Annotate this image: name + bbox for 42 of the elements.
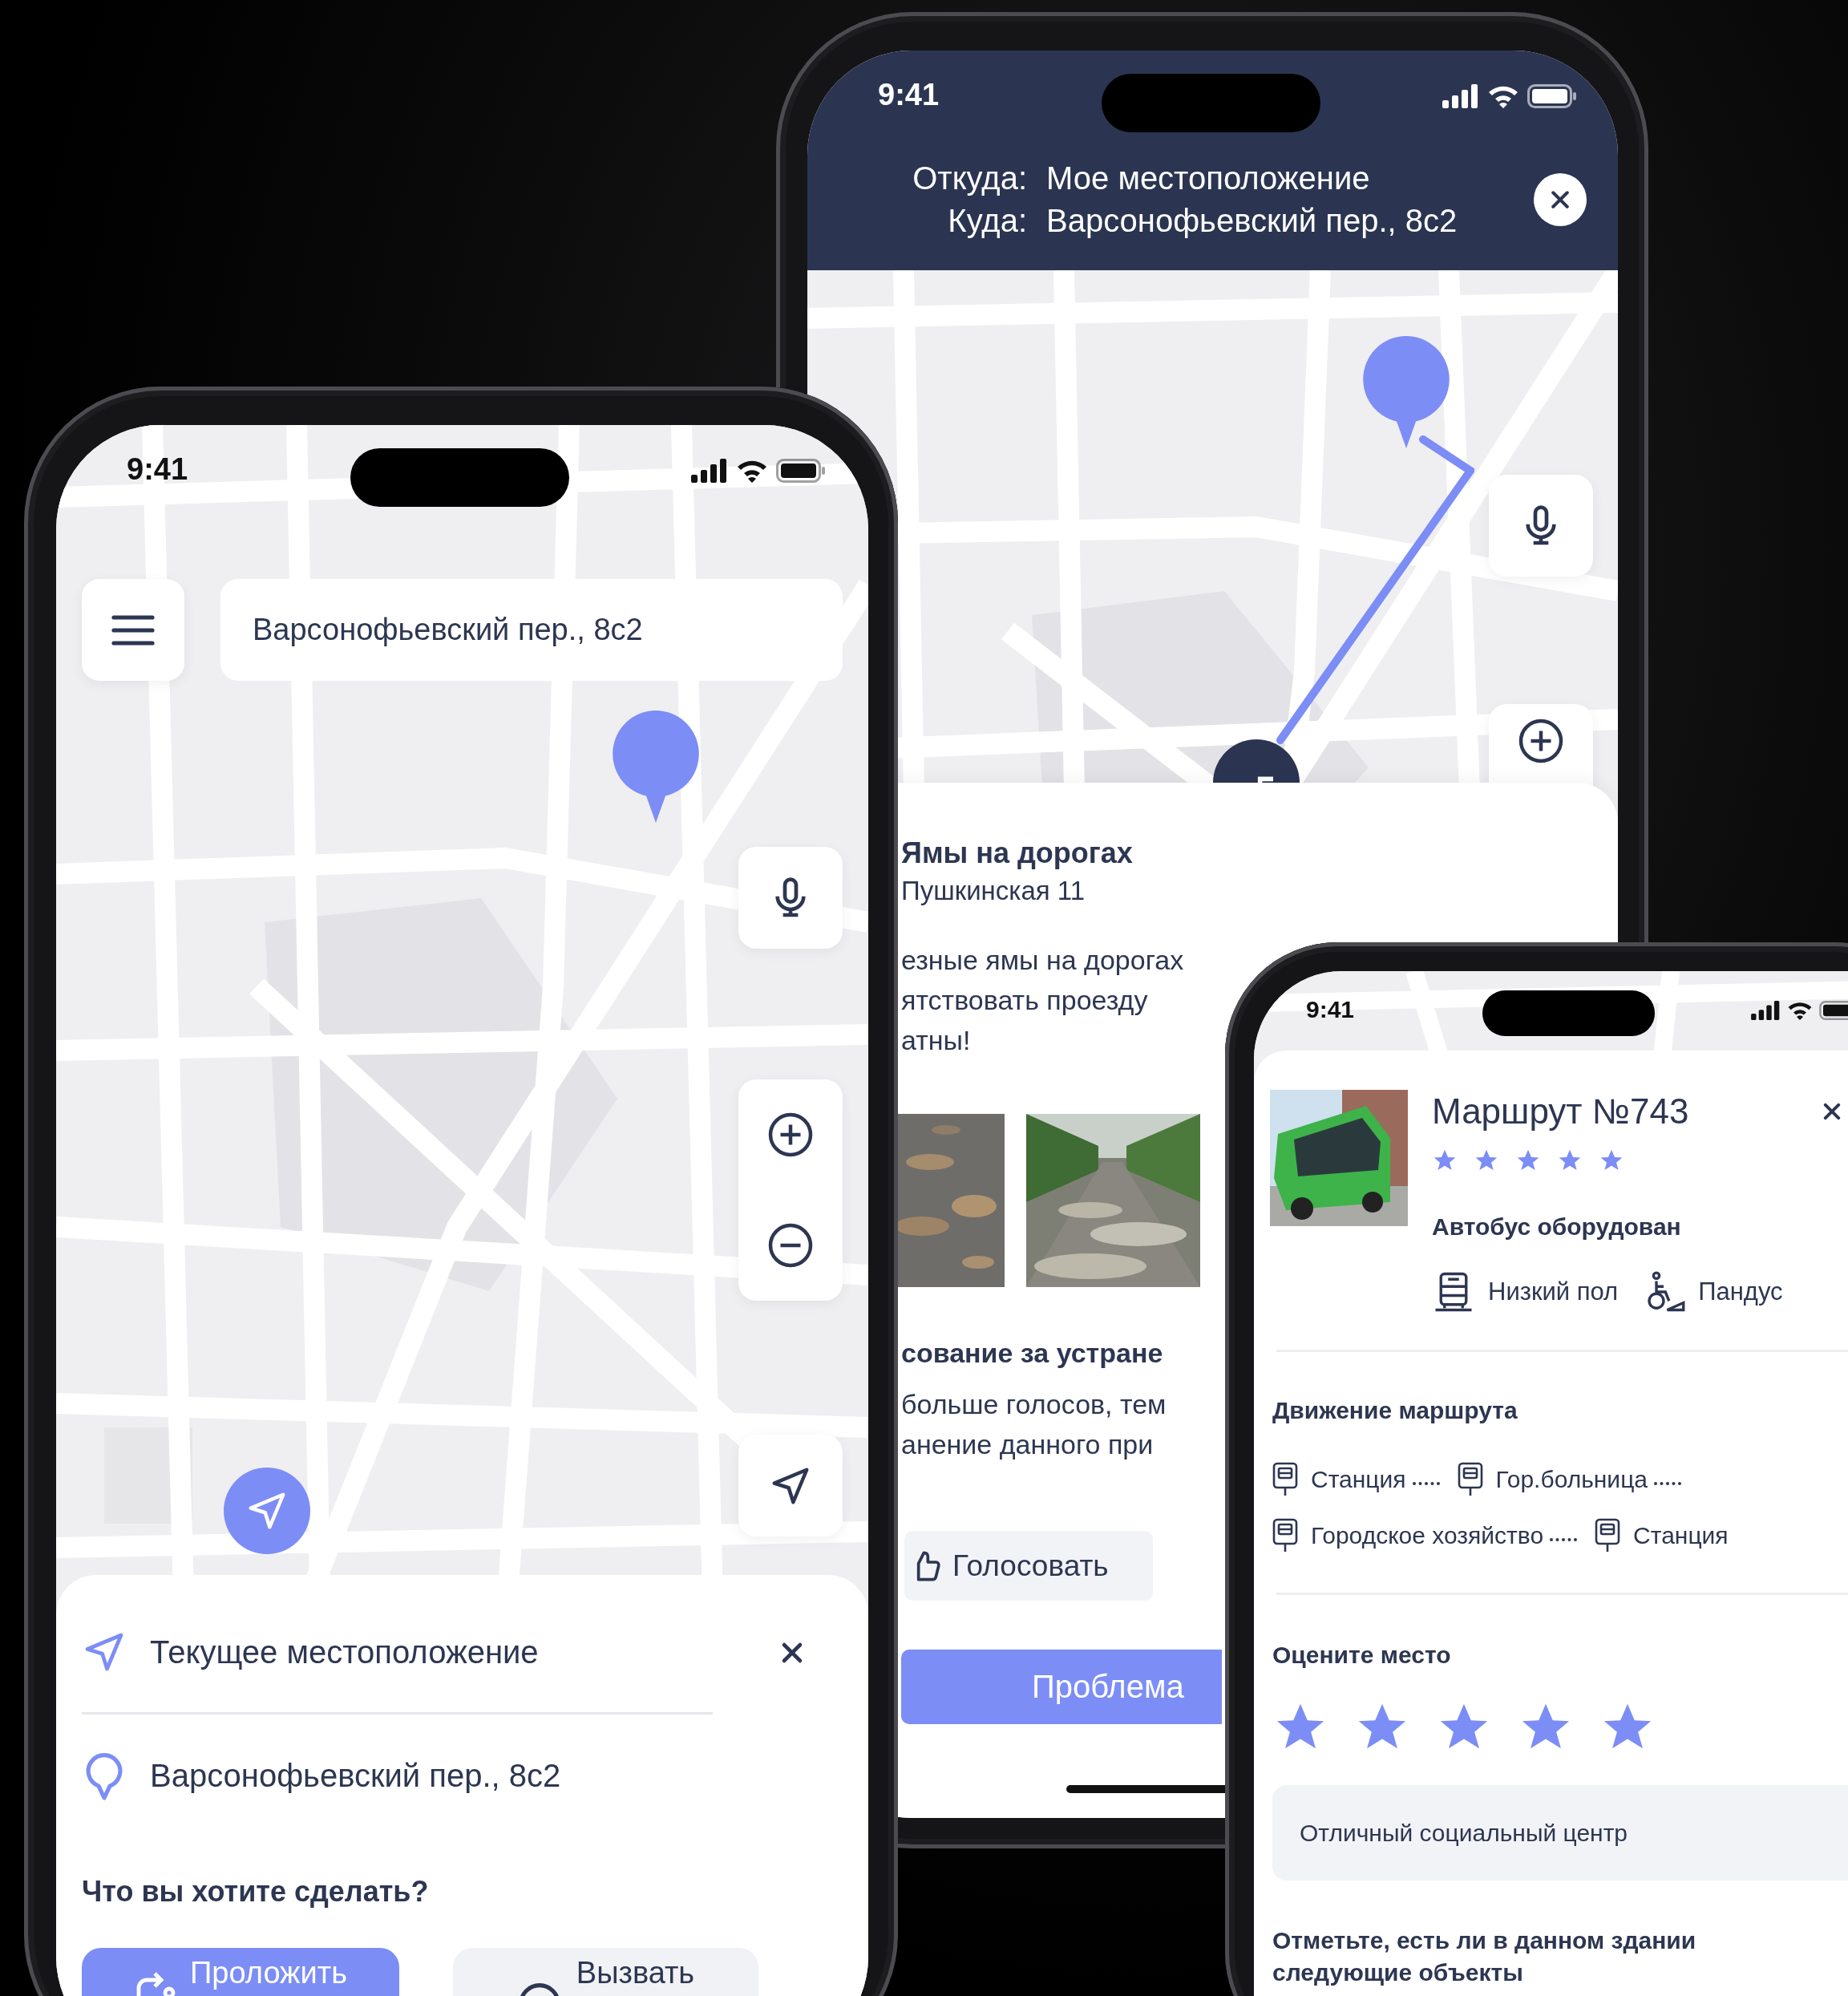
- search-field[interactable]: Варсонофьевский пер., 8с2: [220, 579, 843, 681]
- menu-button[interactable]: [82, 579, 184, 681]
- plus-icon: [766, 1111, 815, 1159]
- call-button[interactable]: Вызвать: [453, 1948, 758, 1996]
- bus-stop-icon: [1457, 1462, 1483, 1497]
- checklist-prompt: Отметьте, есть ли в данном здании следующие объекты: [1272, 1926, 1697, 1987]
- stop-name: Городское хозяйство: [1311, 1522, 1544, 1549]
- status-time: 9:41: [878, 77, 940, 113]
- header-value: Варсонофьевский пер., 8с2: [1046, 202, 1458, 240]
- voting-text-line: анение данного при: [901, 1428, 1154, 1461]
- rating-title: Оцените место: [1272, 1641, 1452, 1670]
- wifi-icon: [1487, 84, 1519, 108]
- signal-icon: [1442, 84, 1479, 108]
- dotted-connector: [1412, 1482, 1440, 1485]
- stop-name: Гор.больница: [1495, 1466, 1648, 1493]
- voting-text-line: больше голосов, тем: [901, 1388, 1167, 1421]
- bus-stop-icon: [1595, 1518, 1621, 1553]
- dotted-connector: [1654, 1482, 1681, 1485]
- header-label: Откуда:: [912, 160, 1027, 197]
- wifi-icon: [736, 459, 768, 483]
- vote-button[interactable]: Голосовать: [904, 1531, 1153, 1601]
- stop-name: Станция: [1633, 1522, 1729, 1549]
- comment-field[interactable]: Отличный социальный центр: [1272, 1785, 1848, 1881]
- locate-button[interactable]: [738, 1435, 843, 1536]
- feature-label: Пандус: [1698, 1277, 1783, 1306]
- header-value: Мое местоположение: [1046, 160, 1371, 197]
- signal-icon: [691, 459, 728, 483]
- movement-title: Движение маршрута: [1272, 1396, 1518, 1425]
- action-prompt: Что вы хотите сделать?: [82, 1874, 430, 1909]
- stop-name: Станция: [1311, 1466, 1406, 1493]
- bus-stop-icon: [1272, 1462, 1298, 1497]
- destination-label: Варсонофьевский пер., 8с2: [150, 1757, 561, 1794]
- dotted-connector: [1550, 1538, 1578, 1541]
- voting-title: сование за устране: [901, 1337, 1164, 1370]
- minus-icon: [766, 1221, 815, 1269]
- battery-icon: [1527, 84, 1577, 108]
- feature-label: Низкий пол: [1488, 1277, 1619, 1306]
- origin-label: Текущее местоположение: [150, 1634, 539, 1670]
- equipment-title: Автобус оборудован: [1432, 1213, 1682, 1241]
- status-time: 9:41: [127, 451, 188, 488]
- bus-stop-icon: [1272, 1518, 1298, 1553]
- header-label: Куда:: [947, 202, 1027, 240]
